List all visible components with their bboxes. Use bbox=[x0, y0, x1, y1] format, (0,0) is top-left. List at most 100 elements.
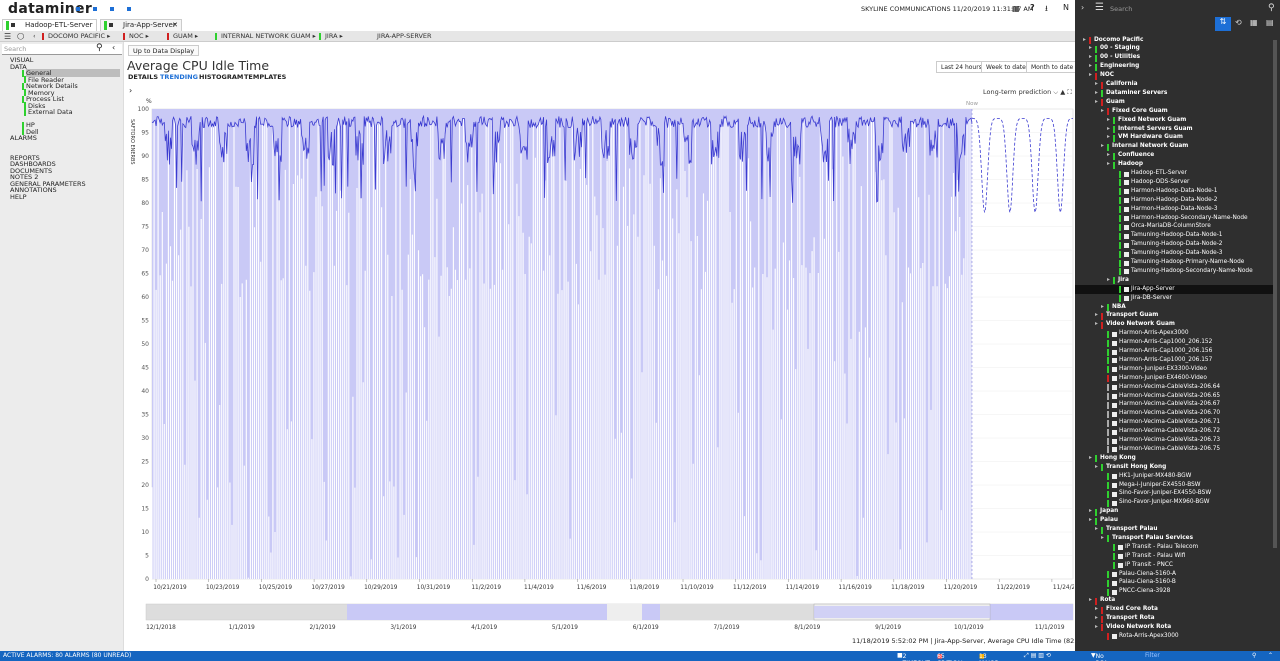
tree-node[interactable]: Jira bbox=[1118, 277, 1129, 283]
chevron-right-icon[interactable]: ▸ bbox=[1107, 126, 1110, 132]
month-to-date-button[interactable]: Month to date bbox=[1026, 61, 1079, 73]
tree-node[interactable]: Palau-Ciena-5160-B bbox=[1119, 579, 1176, 585]
tree-node[interactable]: Transport Rota bbox=[1106, 615, 1155, 621]
tree-node[interactable]: Harmon-Vecima-CableVista-206.71 bbox=[1119, 419, 1220, 425]
collapse-icon[interactable]: ‹ bbox=[112, 43, 115, 52]
tree-node[interactable]: Transit Hong Kong bbox=[1106, 464, 1166, 470]
breadcrumb-docomo-pacific[interactable]: DOCOMO PACIFIC ▸ bbox=[42, 31, 110, 42]
chevron-right-icon[interactable]: ▸ bbox=[1107, 161, 1110, 167]
tree-node[interactable]: Harmon-Vecima-CableVista-206.73 bbox=[1119, 437, 1220, 443]
chevron-right-icon[interactable]: ▸ bbox=[1083, 37, 1086, 43]
tree-node[interactable]: Video Network Guam bbox=[1106, 321, 1175, 327]
tree-node[interactable]: Transport Guam bbox=[1106, 312, 1158, 318]
chevron-right-icon[interactable]: ▸ bbox=[1089, 63, 1092, 69]
chevron-right-icon[interactable]: ▸ bbox=[1101, 535, 1104, 541]
tiles-icon[interactable]: ▦ bbox=[1250, 18, 1258, 27]
timeout-count[interactable]: ■ 2 TIMEOUT bbox=[897, 652, 930, 661]
hamburger-icon[interactable]: ☰ bbox=[4, 31, 11, 42]
trend-chart[interactable]: 0 5 10 15 20 25 30 35 40 45 50 55 60 65 70 75 80 85 90 95 10… bbox=[126, 86, 1074, 636]
tree-node[interactable]: California bbox=[1106, 81, 1138, 87]
tree-node[interactable]: 00 - Staging bbox=[1100, 45, 1140, 51]
tree-node[interactable]: Tamuning-Hadoop-Data-Node-1 bbox=[1131, 232, 1222, 238]
tree-node[interactable]: Harmon-Juniper-EX3300-Video bbox=[1119, 366, 1207, 372]
tree-node[interactable]: Harmon-Hadoop-Data-Node-2 bbox=[1131, 197, 1217, 203]
subtab-histogram[interactable]: HISTOGRAM bbox=[199, 73, 243, 81]
chevron-right-icon[interactable]: ▸ bbox=[1101, 143, 1104, 149]
nav-item[interactable]: External Data bbox=[28, 108, 120, 116]
menu-dot-1[interactable] bbox=[76, 7, 80, 11]
tree-node[interactable]: Harmon-Arris-Cap1000_206.156 bbox=[1119, 348, 1212, 354]
chevron-right-icon[interactable]: ▸ bbox=[1101, 304, 1104, 310]
tree-node[interactable]: Tamuning-Hadoop-Data-Node-3 bbox=[1131, 250, 1222, 256]
close-icon[interactable]: ✕ bbox=[172, 20, 178, 31]
tree-node[interactable]: Tamuning-Hadoop-Primary-Name-Node bbox=[1131, 259, 1244, 265]
chevron-right-icon[interactable]: ▸ bbox=[1095, 526, 1098, 532]
last-24-hours-button[interactable]: Last 24 hours bbox=[936, 61, 987, 73]
tree-node[interactable]: Harmon-Vecima-CableVista-206.70 bbox=[1119, 410, 1220, 416]
tree-node[interactable]: Rota bbox=[1100, 597, 1115, 603]
nav-item[interactable]: ALARMS bbox=[10, 134, 120, 142]
chevron-right-icon[interactable]: ▸ bbox=[1095, 81, 1098, 87]
chevron-right-icon[interactable]: ▸ bbox=[1095, 90, 1098, 96]
breadcrumb-jira-app-server[interactable]: JIRA-APP-SERVER bbox=[377, 31, 432, 42]
breadcrumb-jira[interactable]: JIRA ▸ bbox=[319, 31, 343, 42]
chevron-right-icon[interactable]: ▸ bbox=[1095, 464, 1098, 470]
tree-node[interactable]: 00 - Utilities bbox=[1100, 54, 1140, 60]
tree-node[interactable]: Engineering bbox=[1100, 63, 1139, 69]
up-to-data-display-button[interactable]: Up to Data Display bbox=[128, 45, 200, 56]
tree-node[interactable]: Harmon-Arris-Cap1000_206.152 bbox=[1119, 339, 1212, 345]
tree-node[interactable]: Hadoop-ODS-Server bbox=[1131, 179, 1189, 185]
tree-node[interactable]: Mega-i-Juniper-EX4550-BSW bbox=[1119, 482, 1201, 488]
tree-node[interactable]: Fixed Core Rota bbox=[1106, 606, 1158, 612]
tree-node[interactable]: Palau bbox=[1100, 517, 1118, 523]
tree-node[interactable]: Sino-Favor-Juniper-MX960-BGW bbox=[1119, 499, 1210, 505]
tree-node[interactable]: Harmon-Hadoop-Data-Node-3 bbox=[1131, 206, 1217, 212]
chevron-right-icon[interactable]: ▸ bbox=[1089, 54, 1092, 60]
chevron-right-icon[interactable]: ▸ bbox=[1107, 117, 1110, 123]
breadcrumb-internal-network-guam[interactable]: INTERNAL NETWORK GUAM ▸ bbox=[215, 31, 316, 42]
tree-node[interactable]: Confluence bbox=[1118, 152, 1154, 158]
tree-node[interactable]: NOC bbox=[1100, 72, 1114, 78]
tree-node[interactable]: Fixed Core Guam bbox=[1112, 108, 1168, 114]
subtab-details[interactable]: DETAILS bbox=[128, 73, 158, 81]
tree-node[interactable]: IP Transit - PNCC bbox=[1125, 562, 1173, 568]
tree-node[interactable]: Harmon-Vecima-CableVista-206.72 bbox=[1119, 428, 1220, 434]
chevron-right-icon[interactable]: ▸ bbox=[1095, 99, 1098, 105]
week-to-date-button[interactable]: Week to date bbox=[981, 61, 1031, 73]
chevron-right-icon[interactable]: ▸ bbox=[1101, 108, 1104, 114]
tree-node[interactable]: Dataminer Servers bbox=[1106, 90, 1167, 96]
tree-node[interactable]: Hong Kong bbox=[1100, 455, 1136, 461]
tree-node[interactable]: HK1-Juniper-MX480-BGW bbox=[1119, 473, 1191, 479]
filter-input[interactable]: Filter bbox=[1145, 652, 1160, 659]
download-icon[interactable]: ⭳ bbox=[1045, 3, 1048, 17]
tree-node[interactable]: Harmon-Juniper-EX4600-Video bbox=[1119, 375, 1207, 381]
help-icon[interactable]: ? bbox=[1030, 3, 1035, 12]
tree-node[interactable]: Harmon-Arris-Cap1000_206.157 bbox=[1119, 357, 1212, 363]
tree-node[interactable]: Docomo Pacific bbox=[1094, 37, 1143, 43]
subtab-templates[interactable]: TEMPLATES bbox=[244, 73, 286, 81]
tree-view-icon[interactable]: ⇅ bbox=[1215, 17, 1231, 31]
tree-node[interactable]: Japan bbox=[1100, 508, 1118, 514]
tree-node[interactable]: Jira-App-Server bbox=[1131, 286, 1175, 292]
tree-node[interactable]: Internet Servers Guam bbox=[1118, 126, 1193, 132]
tab-hadoop-etl-server[interactable]: Hadoop-ETL-Server bbox=[2, 19, 97, 31]
tree-node[interactable]: Hadoop bbox=[1118, 161, 1143, 167]
tree-node[interactable]: Video Network Rota bbox=[1106, 624, 1171, 630]
chevron-right-icon[interactable]: ▸ bbox=[1089, 517, 1092, 523]
history-icon[interactable]: ⟲ bbox=[1235, 18, 1242, 27]
back-icon[interactable]: ◯ bbox=[17, 31, 24, 42]
tree-node[interactable]: PNCC-Ciena-3928 bbox=[1119, 588, 1170, 594]
tree-node[interactable]: Harmon-Vecima-CableVista-206.67 bbox=[1119, 401, 1220, 407]
chevron-right-icon[interactable]: ▸ bbox=[1107, 152, 1110, 158]
chevron-right-icon[interactable]: ▸ bbox=[1095, 321, 1098, 327]
rca-filter[interactable]: ▼ No RCA filter bbox=[1091, 652, 1108, 661]
chevron-right-icon[interactable]: ▸ bbox=[1107, 134, 1110, 140]
tree-node[interactable]: Tamuning-Hadoop-Data-Node-2 bbox=[1131, 241, 1222, 247]
chevron-right-icon[interactable]: ▸ bbox=[1089, 455, 1092, 461]
chevron-right-icon[interactable]: ▸ bbox=[1089, 597, 1092, 603]
chevron-right-icon[interactable]: ▸ bbox=[1089, 72, 1092, 78]
tab-jira-app-server[interactable]: Jira-App-Server ✕ bbox=[100, 19, 182, 31]
tree-node[interactable]: NBA bbox=[1112, 304, 1126, 310]
tree-node[interactable]: Jira-DB-Server bbox=[1131, 295, 1172, 301]
chevron-right-icon[interactable]: ▸ bbox=[1095, 606, 1098, 612]
